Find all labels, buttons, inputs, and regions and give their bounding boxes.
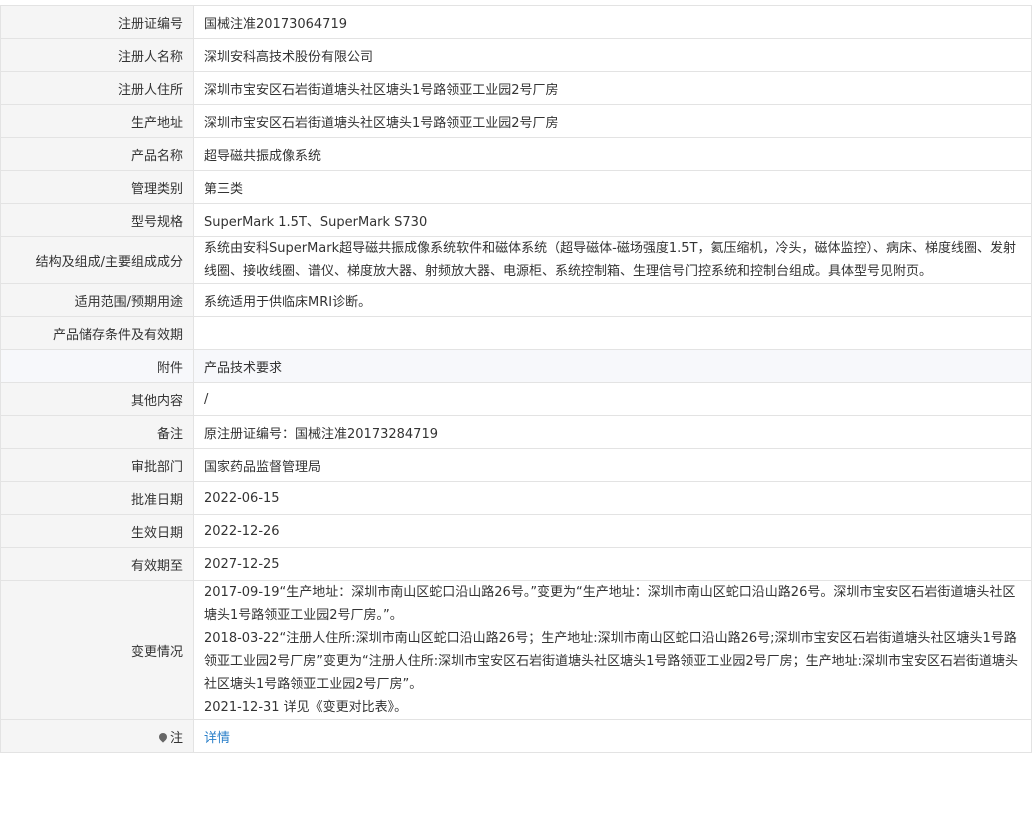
field-label: 结构及组成/主要组成成分 <box>0 236 194 284</box>
field-label: 变更情况 <box>0 580 194 720</box>
field-value: 第三类 <box>193 170 1032 204</box>
row-product-name: 产品名称 超导磁共振成像系统 <box>0 137 1032 171</box>
note-value-cell: 详情 <box>193 719 1032 753</box>
field-label: 注册人名称 <box>0 38 194 72</box>
change-entry: 2017-09-19“生产地址：深圳市南山区蛇口沿山路26号。”变更为“生产地址… <box>204 585 1016 623</box>
field-label: 审批部门 <box>0 448 194 482</box>
row-intended-use: 适用范围/预期用途 系统适用于供临床MRI诊断。 <box>0 283 1032 317</box>
map-pin-icon <box>157 730 169 743</box>
field-value: 系统由安科SuperMark超导磁共振成像系统软件和磁体系统（超导磁体-磁场强度… <box>193 236 1032 284</box>
change-entry: 2021-12-31 详见《变更对比表》。 <box>204 700 408 715</box>
field-value: SuperMark 1.5T、SuperMark S730 <box>193 203 1032 237</box>
row-approval-date: 批准日期 2022-06-15 <box>0 481 1032 515</box>
change-entry: 2018-03-22“注册人住所:深圳市南山区蛇口沿山路26号；生产地址:深圳市… <box>204 631 1019 692</box>
field-label: 管理类别 <box>0 170 194 204</box>
field-value: 深圳市宝安区石岩街道塘头社区塘头1号路领亚工业园2号厂房 <box>193 104 1032 138</box>
row-note: 注 详情 <box>0 719 1032 753</box>
field-label: 生效日期 <box>0 514 194 548</box>
change-history-list: 2017-09-19“生产地址：深圳市南山区蛇口沿山路26号。”变更为“生产地址… <box>193 580 1032 720</box>
row-storage-validity: 产品储存条件及有效期 <box>0 316 1032 350</box>
row-registrant-address: 注册人住所 深圳市宝安区石岩街道塘头社区塘头1号路领亚工业园2号厂房 <box>0 71 1032 105</box>
field-label: 型号规格 <box>0 203 194 237</box>
field-label: 其他内容 <box>0 382 194 416</box>
field-label: 注 <box>169 730 183 746</box>
registration-detail-table: 注册证编号 国械注准20173064719 注册人名称 深圳安科高技术股份有限公… <box>0 5 1032 753</box>
field-value: 深圳安科高技术股份有限公司 <box>193 38 1032 72</box>
field-value: / <box>193 382 1032 416</box>
field-label: 适用范围/预期用途 <box>0 283 194 317</box>
row-registration-number: 注册证编号 国械注准20173064719 <box>0 5 1032 39</box>
row-production-address: 生产地址 深圳市宝安区石岩街道塘头社区塘头1号路领亚工业园2号厂房 <box>0 104 1032 138</box>
row-change-history: 变更情况 2017-09-19“生产地址：深圳市南山区蛇口沿山路26号。”变更为… <box>0 580 1032 720</box>
field-label: 附件 <box>0 349 194 383</box>
field-value: 2022-06-15 <box>193 481 1032 515</box>
field-label: 批准日期 <box>0 481 194 515</box>
field-value: 国械注准20173064719 <box>193 5 1032 39</box>
row-structure-composition: 结构及组成/主要组成成分 系统由安科SuperMark超导磁共振成像系统软件和磁… <box>0 236 1032 284</box>
field-value: 2022-12-26 <box>193 514 1032 548</box>
row-management-category: 管理类别 第三类 <box>0 170 1032 204</box>
field-label: 注册证编号 <box>0 5 194 39</box>
field-label: 注册人住所 <box>0 71 194 105</box>
field-label: 备注 <box>0 415 194 449</box>
field-label: 生产地址 <box>0 104 194 138</box>
field-value <box>193 316 1032 350</box>
row-remarks: 备注 原注册证编号：国械注准20173284719 <box>0 415 1032 449</box>
field-value: 系统适用于供临床MRI诊断。 <box>193 283 1032 317</box>
field-value: 国家药品监督管理局 <box>193 448 1032 482</box>
note-label-cell: 注 <box>0 719 194 753</box>
field-value: 深圳市宝安区石岩街道塘头社区塘头1号路领亚工业园2号厂房 <box>193 71 1032 105</box>
row-effective-date: 生效日期 2022-12-26 <box>0 514 1032 548</box>
row-valid-until: 有效期至 2027-12-25 <box>0 547 1032 581</box>
row-model-spec: 型号规格 SuperMark 1.5T、SuperMark S730 <box>0 203 1032 237</box>
field-label: 产品名称 <box>0 137 194 171</box>
field-label: 有效期至 <box>0 547 194 581</box>
field-value: 2027-12-25 <box>193 547 1032 581</box>
row-registrant-name: 注册人名称 深圳安科高技术股份有限公司 <box>0 38 1032 72</box>
field-label: 产品储存条件及有效期 <box>0 316 194 350</box>
field-value: 产品技术要求 <box>193 349 1032 383</box>
field-value: 原注册证编号：国械注准20173284719 <box>193 415 1032 449</box>
details-link[interactable]: 详情 <box>204 731 230 746</box>
row-attachment: 附件 产品技术要求 <box>0 349 1032 383</box>
field-value: 超导磁共振成像系统 <box>193 137 1032 171</box>
row-other-content: 其他内容 / <box>0 382 1032 416</box>
row-approval-department: 审批部门 国家药品监督管理局 <box>0 448 1032 482</box>
